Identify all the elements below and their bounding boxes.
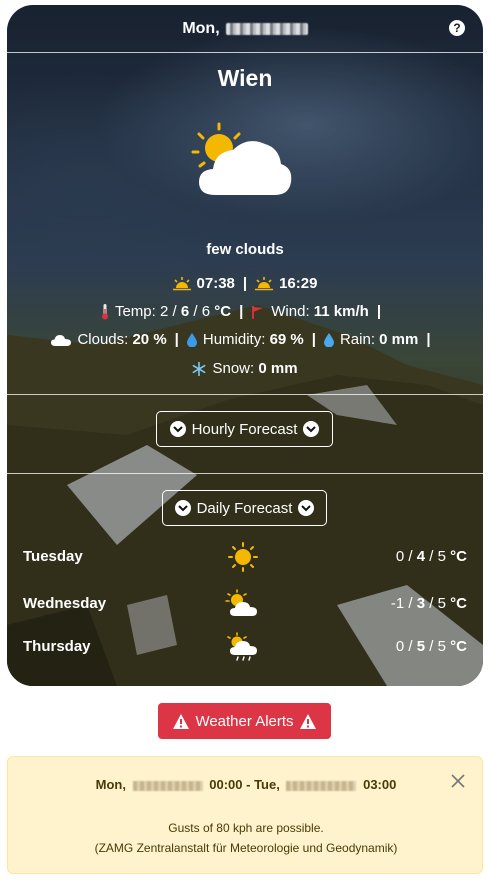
hourly-forecast-label: Hourly Forecast bbox=[191, 420, 298, 438]
weather-description: few clouds bbox=[206, 241, 284, 258]
rain-drop-icon bbox=[323, 332, 334, 347]
humidity-icon bbox=[186, 332, 197, 347]
sunrise-time: 07:38 bbox=[196, 275, 235, 292]
sun-cloud-rain-icon bbox=[227, 632, 257, 661]
alert-message: Gusts of 80 kph are possible. bbox=[168, 821, 324, 835]
header-date-label: Mon, bbox=[182, 19, 220, 37]
redacted-date bbox=[286, 780, 357, 791]
city-name: Wien bbox=[217, 65, 273, 91]
chevron-down-icon bbox=[303, 421, 320, 437]
header-date: Mon, bbox=[7, 5, 483, 52]
warning-icon bbox=[299, 713, 316, 729]
daily-forecast-button[interactable]: Daily Forecast bbox=[162, 490, 327, 526]
day-temperature: 0 / 4 / 5 °C bbox=[395, 548, 467, 565]
wind-flag-icon bbox=[252, 305, 264, 319]
close-icon[interactable] bbox=[450, 773, 466, 789]
sun-cloud-icon bbox=[225, 589, 257, 616]
weather-alert-panel: Mon, 00:00 - Tue, 03:00 Gusts of 80 kph … bbox=[7, 756, 483, 874]
chevron-down-icon bbox=[169, 421, 186, 437]
sun-icon bbox=[228, 542, 258, 572]
day-name: Wednesday bbox=[23, 595, 107, 612]
thermometer-icon bbox=[101, 303, 108, 319]
day-name: Tuesday bbox=[23, 548, 83, 565]
help-icon[interactable]: ? bbox=[449, 20, 465, 36]
cloud-icon bbox=[51, 334, 72, 346]
snow-value: 0 mm bbox=[258, 360, 298, 377]
day-temperature: -1 / 3 / 5 °C bbox=[390, 595, 467, 612]
snow-label: Snow: bbox=[212, 360, 255, 377]
daily-row: Thursday 0 / 5 / 5 °C bbox=[23, 632, 467, 662]
sunset-time: 16:29 bbox=[279, 275, 318, 292]
daily-row: Tuesday 0 / 4 / 5 °C bbox=[23, 542, 467, 572]
sunset-icon bbox=[255, 276, 274, 290]
wind-value: 11 km/h bbox=[313, 303, 369, 320]
temp-label: Temp: bbox=[114, 303, 156, 320]
redacted-date bbox=[132, 780, 203, 791]
weather-alerts-label: Weather Alerts bbox=[195, 712, 294, 730]
temp-current: 6 bbox=[180, 303, 190, 320]
sun-cloud-icon bbox=[191, 122, 292, 195]
header-divider bbox=[7, 52, 483, 53]
rain-label: Rain: bbox=[339, 331, 375, 348]
hourly-forecast-button[interactable]: Hourly Forecast bbox=[156, 411, 333, 447]
wind-label: Wind: bbox=[271, 303, 310, 320]
snow-row: Snow: 0 mm bbox=[7, 360, 483, 377]
alert-source: (ZAMG Zentralanstalt für Meteorologie un… bbox=[94, 841, 398, 855]
temp-min: 2 bbox=[159, 303, 169, 320]
alert-time-range: Mon, 00:00 - Tue, 03:00 bbox=[95, 777, 397, 792]
section-divider-2 bbox=[7, 473, 483, 474]
day-name: Thursday bbox=[23, 638, 91, 655]
humidity-value: 69 % bbox=[269, 331, 304, 348]
day-temperature: 0 / 5 / 5 °C bbox=[395, 638, 467, 655]
sunrise-icon bbox=[172, 276, 191, 290]
clouds-value: 20 % bbox=[132, 331, 167, 348]
section-divider-1 bbox=[7, 394, 483, 395]
snowflake-icon bbox=[193, 361, 206, 376]
humidity-label: Humidity: bbox=[202, 331, 266, 348]
redacted-date bbox=[225, 22, 308, 35]
chevron-down-icon bbox=[174, 500, 191, 516]
daily-forecast-label: Daily Forecast bbox=[196, 499, 293, 517]
clouds-humidity-rain-row: Clouds: 20 % | Humidity: 69 % | Rain: 0 … bbox=[7, 331, 483, 348]
chevron-down-icon bbox=[298, 500, 315, 516]
sun-times-row: 07:38 | 16:29 bbox=[7, 275, 483, 292]
temp-unit: °C bbox=[214, 303, 232, 320]
temp-max: 6 bbox=[201, 303, 211, 320]
clouds-label: Clouds: bbox=[77, 331, 129, 348]
warning-icon bbox=[173, 713, 190, 729]
weather-alerts-button[interactable]: Weather Alerts bbox=[158, 703, 331, 739]
temp-wind-row: Temp: 2 / 6 / 6 °C | Wind: 11 km/h | bbox=[7, 303, 483, 320]
rain-value: 0 mm bbox=[379, 331, 419, 348]
daily-row: Wednesday -1 / 3 / 5 °C bbox=[23, 589, 467, 619]
weather-card: Mon, ? Wien few clouds 07:38 | 16:29 Tem… bbox=[7, 5, 483, 686]
